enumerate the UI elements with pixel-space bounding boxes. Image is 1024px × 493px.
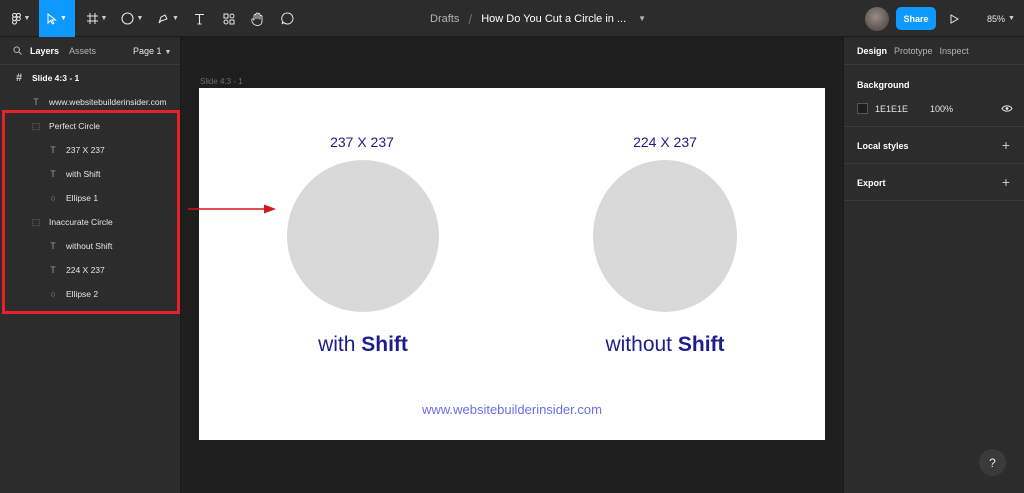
- local-styles-title: Local styles: [857, 141, 909, 151]
- ellipse-1[interactable]: [287, 160, 439, 312]
- chevron-down-icon: ▼: [60, 15, 67, 22]
- export-title: Export: [857, 178, 886, 188]
- zoom-menu[interactable]: 85% ▼: [987, 0, 1015, 37]
- frame-grid-icon: [86, 13, 98, 24]
- comment-tool-button[interactable]: [276, 0, 298, 37]
- properties-panel: Design Prototype Inspect Background 1E1E…: [843, 37, 1024, 493]
- frame-icon: #: [15, 72, 23, 84]
- ellipse-2[interactable]: [593, 160, 737, 312]
- caption-prefix: with: [318, 333, 356, 356]
- resources-icon: [223, 13, 235, 24]
- slide-frame[interactable]: 237 X 237 with Shift 224 X 237 without S…: [199, 88, 825, 440]
- tab-design[interactable]: Design: [857, 46, 887, 56]
- background-swatch[interactable]: [857, 103, 868, 114]
- play-icon: [950, 13, 959, 24]
- tab-prototype[interactable]: Prototype: [894, 46, 933, 56]
- breadcrumb: Drafts / How Do You Cut a Circle in ... …: [430, 0, 646, 37]
- chevron-down-icon[interactable]: ▼: [638, 14, 646, 23]
- website-text[interactable]: www.websitebuilderinsider.com: [199, 402, 825, 417]
- with-shift-caption[interactable]: with Shift: [253, 333, 473, 357]
- cursor-icon: [47, 12, 57, 25]
- help-button[interactable]: ?: [979, 449, 1006, 476]
- without-shift-caption[interactable]: without Shift: [555, 333, 775, 357]
- chevron-down-icon: ▼: [172, 15, 179, 22]
- chevron-down-icon: ▼: [23, 15, 31, 22]
- chevron-down-icon: ▼: [136, 15, 144, 22]
- hand-tool-button[interactable]: [246, 0, 268, 37]
- eye-icon[interactable]: [1001, 104, 1013, 113]
- breadcrumb-separator: /: [468, 10, 473, 27]
- chevron-down-icon: ▼: [164, 48, 172, 56]
- caption-prefix: without: [605, 333, 673, 356]
- share-button[interactable]: Share: [896, 7, 936, 30]
- move-tool-button[interactable]: ▼: [39, 0, 75, 37]
- main-menu-button[interactable]: ▼: [6, 0, 36, 37]
- background-hex[interactable]: 1E1E1E: [875, 104, 908, 114]
- text-icon: T: [33, 97, 39, 107]
- pen-icon: [158, 13, 168, 23]
- figma-logo-icon: [11, 12, 21, 24]
- pen-tool-button[interactable]: ▼: [153, 0, 183, 37]
- caption-bold: Shift: [361, 333, 408, 356]
- caption-bold: Shift: [677, 333, 725, 356]
- search-icon[interactable]: [13, 46, 22, 55]
- text-tool-icon: [194, 13, 204, 25]
- avatar[interactable]: [865, 7, 889, 31]
- frame-tool-button[interactable]: ▼: [82, 0, 112, 37]
- chevron-down-icon: ▼: [100, 15, 108, 22]
- ellipse-tool-icon: [120, 12, 134, 25]
- annotation-arrow-icon: [188, 204, 276, 214]
- file-title[interactable]: How Do You Cut a Circle in ...: [481, 13, 626, 25]
- layer-slide[interactable]: # Slide 4:3 - 1: [0, 67, 180, 89]
- zoom-value: 85%: [987, 13, 1006, 24]
- export-section: Export +: [844, 164, 1024, 201]
- frame-label[interactable]: Slide 4:3 - 1: [200, 77, 243, 86]
- background-opacity[interactable]: 100%: [930, 104, 953, 114]
- background-title: Background: [857, 80, 910, 90]
- text-tool-button[interactable]: [188, 0, 210, 37]
- tab-assets[interactable]: Assets: [69, 46, 96, 56]
- annotation-highlight-box: [2, 110, 180, 314]
- toolbar: ▼ ▼ ▼ ▼ ▼ Drafts / How Do You Cut a Circ…: [0, 0, 1024, 37]
- layer-label: Slide 4:3 - 1: [32, 73, 80, 83]
- breadcrumb-drafts[interactable]: Drafts: [430, 13, 459, 25]
- add-style-icon[interactable]: +: [1002, 137, 1010, 153]
- add-export-icon[interactable]: +: [1002, 174, 1010, 190]
- left-dimension-text[interactable]: 237 X 237: [287, 134, 437, 150]
- left-panel-tabs: Layers Assets Page 1 ▼: [0, 37, 180, 65]
- hand-icon: [250, 12, 262, 26]
- shape-tool-button[interactable]: ▼: [117, 0, 147, 37]
- right-panel-tabs: Design Prototype Inspect: [844, 37, 1024, 65]
- local-styles-section: Local styles +: [844, 127, 1024, 164]
- tab-inspect[interactable]: Inspect: [940, 46, 969, 56]
- comment-icon: [280, 12, 293, 25]
- background-section: Background 1E1E1E 100%: [844, 66, 1024, 127]
- right-dimension-text[interactable]: 224 X 237: [590, 134, 740, 150]
- present-button[interactable]: [950, 0, 959, 37]
- layer-label: www.websitebuilderinsider.com: [49, 97, 167, 107]
- tab-layers[interactable]: Layers: [30, 46, 59, 56]
- page-label: Page 1: [133, 45, 162, 56]
- page-selector[interactable]: Page 1 ▼: [133, 46, 171, 56]
- resources-button[interactable]: [218, 0, 240, 37]
- chevron-down-icon: ▼: [1008, 15, 1015, 22]
